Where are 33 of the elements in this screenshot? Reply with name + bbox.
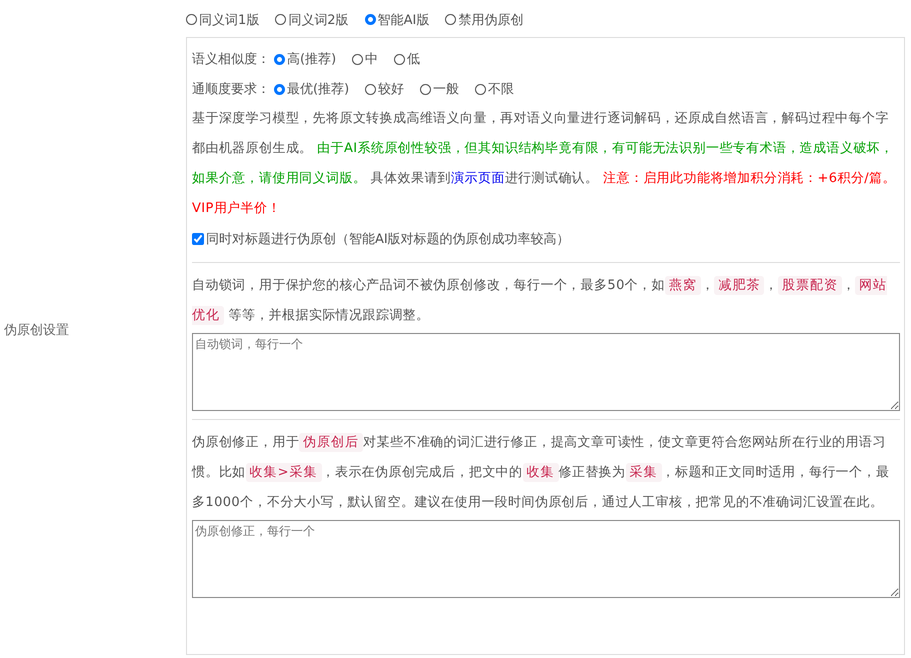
option-label: 不限 — [488, 81, 514, 98]
radio-button[interactable] — [274, 54, 285, 64]
lock-words-field[interactable]: 自动锁词，每行一个 — [192, 333, 900, 411]
option-label: 同义词2版 — [288, 12, 349, 28]
radio-button[interactable] — [445, 14, 456, 25]
option-label: 禁用伪原创 — [458, 12, 524, 28]
option-label: 智能AI版 — [378, 12, 430, 28]
field-label: 通顺度要求： — [192, 81, 270, 98]
radio-button[interactable] — [475, 84, 486, 94]
radio-button[interactable] — [352, 54, 364, 64]
lock-words-description: 自动锁词，用于保护您的核心产品词不被伪原创修改，每行一个，最多50个，如 燕窝 ， 减肥茶 ， 股票配资 ， 网站优化 等等，并根据实际情况跟踪调整。 — [192, 275, 888, 327]
option-label: 最优(推荐) — [287, 81, 350, 98]
option-label: 同义词1版 — [199, 12, 260, 28]
description-text: 基于深度学习模型，先将原文转换成高维语义向量，再对语义向量进行逐词解码，还原成自然语言，解码过程中每个字都由机器原创生成。 由于AI系统原创性较强，但其知识结构毕竟有限，有可能无法识别一些专有术语，造成语义破坏，如果介意，请使用同义词版。 具体效果请到演示页面进行测试确认。 注意：启用此功能将增加积分消耗：+6积分/篇。VIP用户半价！ — [192, 110, 897, 218]
radio-button[interactable] — [420, 84, 432, 94]
radio-button[interactable] — [394, 54, 406, 64]
corrections-description: 伪原创修正，用于 伪原创后 对某些不准确的词汇进行修正，提高文章可读性，使文章更符合您网站所在行业的用语习惯。比如 收集>采集 ，表示在伪原创完成后，把文中的 收集 修正替换为 采集 ，标题和正文同时适用，每行一个，最多1000个，不分大小写，默认留空。建议在使用一段时间伪原创后，通过人工审核，把常见的不准确词汇设置在此。 — [192, 432, 890, 512]
checkbox[interactable] — [192, 233, 204, 245]
radio-button[interactable] — [274, 84, 285, 94]
demo-page-link[interactable]: 演示页面 — [451, 171, 505, 186]
settings-label: 伪原创设置 — [4, 322, 69, 339]
field-label: 语义相似度： — [192, 51, 270, 68]
option-label: 低 — [407, 51, 420, 68]
radio-button[interactable] — [365, 84, 376, 94]
radio-button[interactable] — [275, 14, 286, 25]
option-label: 高(推荐) — [287, 51, 336, 68]
option-label: 较好 — [378, 81, 404, 98]
checkbox-label: 同时对标题进行伪原创（智能AI版对标题的伪原创成功率较高） — [206, 231, 570, 248]
option-label: 中 — [365, 51, 378, 68]
radio-button[interactable] — [186, 14, 197, 25]
radio-button[interactable] — [364, 14, 376, 25]
option-label: 一般 — [433, 81, 460, 98]
corrections-field[interactable]: 伪原创修正，每行一个 — [192, 520, 900, 598]
